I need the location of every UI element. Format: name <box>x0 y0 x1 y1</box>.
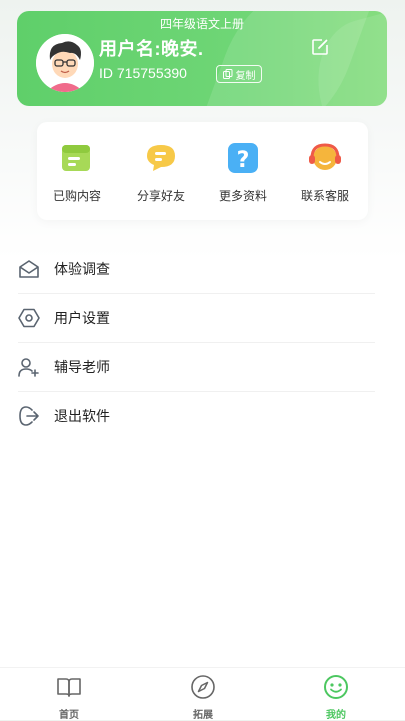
scroll-icon <box>62 145 90 171</box>
menu-label: 用户设置 <box>54 310 110 326</box>
mail-icon <box>19 260 39 278</box>
user-id: ID 715755390 <box>99 65 187 81</box>
more-materials-button[interactable]: ? 更多资料 <box>208 142 278 204</box>
headset-icon <box>309 143 341 170</box>
username: 用户名:晚安. <box>99 39 204 59</box>
quick-label: 已购内容 <box>52 189 101 203</box>
tab-home[interactable]: 首页 <box>39 674 99 721</box>
contact-service-button[interactable]: 联系客服 <box>290 142 360 204</box>
smiley-icon <box>324 675 348 699</box>
add-user-icon <box>18 358 39 377</box>
menu-label: 体验调查 <box>54 261 110 277</box>
grade-label: 四年级语文上册 <box>159 17 244 31</box>
quick-actions-card: 已购内容 分享好友 ? 更多资料 联系客服 <box>37 122 368 220</box>
tab-label: 首页 <box>59 710 79 721</box>
chat-bubble-icon <box>147 145 175 171</box>
svg-text:?: ? <box>237 148 250 173</box>
menu-item-user-settings[interactable]: 用户设置 <box>18 294 375 343</box>
logout-icon <box>19 406 39 426</box>
book-icon <box>57 678 81 697</box>
profile-card: 四年级语文上册 用户名:晚安. ID 715755390 复制 <box>17 11 387 106</box>
question-icon: ? <box>228 143 258 173</box>
quick-label: 更多资料 <box>218 189 267 203</box>
tab-label: 拓展 <box>193 710 213 721</box>
copy-icon <box>222 69 232 79</box>
menu-label: 辅导老师 <box>54 359 110 375</box>
tab-mine[interactable]: 我的 <box>306 674 366 721</box>
bottom-tab-bar: 首页 拓展 我的 <box>0 667 405 721</box>
menu-item-logout[interactable]: 退出软件 <box>18 392 375 440</box>
compass-icon <box>191 675 215 699</box>
quick-label: 联系客服 <box>300 189 349 203</box>
settings-menu: 体验调查 用户设置 辅导老师 退出软件 <box>18 245 375 440</box>
avatar[interactable] <box>36 34 94 92</box>
quick-label: 分享好友 <box>136 189 185 203</box>
copy-button[interactable]: 复制 <box>216 65 262 83</box>
tab-explore[interactable]: 拓展 <box>173 674 233 721</box>
hexagon-settings-icon <box>18 308 40 328</box>
menu-item-survey[interactable]: 体验调查 <box>18 245 375 294</box>
menu-label: 退出软件 <box>54 408 110 424</box>
purchased-content-button[interactable]: 已购内容 <box>42 142 112 204</box>
tab-label: 我的 <box>326 710 346 721</box>
copy-label: 复制 <box>235 70 256 82</box>
share-friends-button[interactable]: 分享好友 <box>126 142 196 204</box>
menu-item-tutor[interactable]: 辅导老师 <box>18 343 375 392</box>
edit-icon[interactable] <box>310 37 330 57</box>
